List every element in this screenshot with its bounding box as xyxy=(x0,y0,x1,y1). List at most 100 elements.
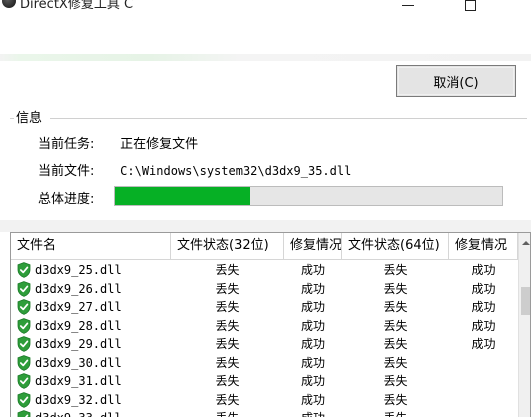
file-name: d3dx9_29.dll xyxy=(35,337,122,351)
current-file-label: 当前文件: xyxy=(38,164,95,179)
current-file-value: C:\Windows\system32\d3dx9_35.dll xyxy=(120,164,352,178)
progress-fill xyxy=(115,187,251,205)
fix32-cell: 成功 xyxy=(284,409,342,417)
file-name-cell: d3dx9_28.dll xyxy=(11,317,171,336)
fix64-cell: 成功 xyxy=(471,337,496,351)
status64-cell: 丢失 xyxy=(383,318,408,333)
table-row[interactable]: d3dx9_27.dll 丢失 成功 丢失 成功 xyxy=(11,298,518,317)
column-header-fix32[interactable]: 修复情况 xyxy=(284,233,342,260)
file-name: d3dx9_30.dll xyxy=(35,355,122,370)
fix32-cell: 成功 xyxy=(300,337,325,351)
fix64-cell: 成功 xyxy=(471,263,496,277)
table-row[interactable]: d3dx9_31.dll 丢失 成功 丢失 xyxy=(11,372,518,391)
group-border xyxy=(10,118,14,119)
column-header-status32[interactable]: 文件状态(32位) xyxy=(171,233,284,260)
table-row[interactable]: d3dx9_26.dll 丢失 成功 丢失 成功 xyxy=(11,280,518,299)
table-row[interactable]: d3dx9_33.dll 丢失成功丢失 xyxy=(11,409,518,417)
status32-cell: 丢失 xyxy=(215,281,240,296)
column-header-fix64[interactable]: 修复情况 xyxy=(449,233,518,260)
status64-cell: 丢失 xyxy=(383,337,408,351)
table-body: d3dx9_25.dll 丢失 成功 丢失 成功 d3dx9_26.dll 丢失 成功 丢失 成功… xyxy=(11,261,518,417)
status32-cell: 丢失 xyxy=(215,300,240,314)
fix64-cell xyxy=(449,354,518,373)
file-name-cell: d3dx9_32.dll xyxy=(11,391,171,410)
table-row[interactable]: d3dx9_29.dll 丢失 成功 丢失 成功 xyxy=(11,335,518,354)
status64-cell: 丢失 xyxy=(342,409,449,417)
fix32-cell: 成功 xyxy=(300,355,325,370)
file-name: d3dx9_31.dll xyxy=(35,374,122,388)
file-name: d3dx9_25.dll xyxy=(35,263,122,277)
current-task-value: 正在修复文件 xyxy=(120,137,199,152)
status32-cell: 丢失 xyxy=(215,355,240,370)
fix32-cell: 成功 xyxy=(300,392,325,407)
scroll-up-arrow-icon[interactable] xyxy=(522,241,530,245)
status32-cell: 丢失 xyxy=(215,263,240,277)
shield-check-icon xyxy=(17,354,31,371)
fix64-cell xyxy=(449,409,518,417)
file-name: d3dx9_33.dll xyxy=(35,409,122,417)
fix64-cell xyxy=(449,391,518,410)
fix32-cell: 成功 xyxy=(300,263,325,277)
fix64-cell: 成功 xyxy=(471,300,496,314)
shield-check-icon xyxy=(17,391,31,408)
fix32-cell: 成功 xyxy=(300,281,325,296)
shield-check-icon xyxy=(17,410,31,417)
table-row[interactable]: d3dx9_25.dll 丢失 成功 丢失 成功 xyxy=(11,261,518,280)
status64-cell: 丢失 xyxy=(383,263,408,277)
status32-cell: 丢失 xyxy=(215,374,240,388)
status64-cell: 丢失 xyxy=(383,374,408,388)
status32-cell: 丢失 xyxy=(171,409,284,417)
separator-band xyxy=(0,220,531,232)
minimize-icon xyxy=(402,4,414,6)
shield-check-icon xyxy=(17,317,31,334)
current-task-row: 当前任务: 正在修复文件 xyxy=(38,133,198,152)
file-name-cell: d3dx9_27.dll xyxy=(11,298,171,317)
status32-cell: 丢失 xyxy=(215,318,240,333)
header-decoration xyxy=(0,54,531,61)
overall-progress-label: 总体进度: xyxy=(38,192,95,207)
info-group-title: 信息 xyxy=(16,111,43,126)
fix32-cell: 成功 xyxy=(300,374,325,388)
window-title: DirectX修复工具 C xyxy=(20,0,134,12)
file-table[interactable]: 文件名 文件状态(32位) 修复情况 文件状态(64位) 修复情况 d3dx9_… xyxy=(10,232,531,417)
table-row[interactable]: d3dx9_28.dll 丢失 成功 丢失 成功 xyxy=(11,317,518,336)
table-row[interactable]: d3dx9_32.dll 丢失 成功 丢失 xyxy=(11,391,518,410)
app-icon xyxy=(2,0,16,8)
status64-cell: 丢失 xyxy=(383,355,408,370)
file-name-cell: d3dx9_30.dll xyxy=(11,354,171,373)
file-name-cell: d3dx9_26.dll xyxy=(11,280,171,299)
status64-cell: 丢失 xyxy=(383,392,408,407)
cancel-button[interactable]: 取消(C) xyxy=(396,65,516,97)
fix64-cell: 成功 xyxy=(471,318,496,333)
file-name-cell: d3dx9_33.dll xyxy=(11,409,171,417)
overall-progress-bar xyxy=(114,186,503,206)
fix64-cell: 成功 xyxy=(471,281,496,296)
minimize-button[interactable] xyxy=(385,0,431,20)
status64-cell: 丢失 xyxy=(383,281,408,296)
fix32-cell: 成功 xyxy=(300,318,325,333)
table-row[interactable]: d3dx9_30.dll 丢失 成功 丢失 xyxy=(11,354,518,373)
shield-check-icon xyxy=(17,280,31,297)
current-task-label: 当前任务: xyxy=(38,137,95,152)
status64-cell: 丢失 xyxy=(383,300,408,314)
scroll-thumb[interactable] xyxy=(521,287,530,315)
column-header-filename[interactable]: 文件名 xyxy=(11,233,171,260)
fix64-cell xyxy=(449,372,518,391)
file-name-cell: d3dx9_31.dll xyxy=(11,372,171,391)
group-border xyxy=(50,118,527,119)
shield-check-icon xyxy=(17,336,31,353)
maximize-button[interactable] xyxy=(447,0,493,20)
file-name: d3dx9_27.dll xyxy=(35,300,122,314)
maximize-icon xyxy=(464,0,476,11)
vertical-scrollbar[interactable] xyxy=(518,233,530,417)
current-file-row: 当前文件: C:\Windows\system32\d3dx9_35.dll xyxy=(38,160,351,179)
shield-check-icon xyxy=(17,373,31,390)
title-bar: DirectX修复工具 C xyxy=(0,0,531,32)
status32-cell: 丢失 xyxy=(215,337,240,351)
file-name-cell: d3dx9_29.dll xyxy=(11,335,171,354)
column-header-status64[interactable]: 文件状态(64位) xyxy=(342,233,449,260)
file-name: d3dx9_28.dll xyxy=(35,318,122,333)
table-header: 文件名 文件状态(32位) 修复情况 文件状态(64位) 修复情况 xyxy=(11,233,518,260)
overall-progress-row: 总体进度: xyxy=(38,188,116,207)
file-name: d3dx9_26.dll xyxy=(35,281,122,296)
